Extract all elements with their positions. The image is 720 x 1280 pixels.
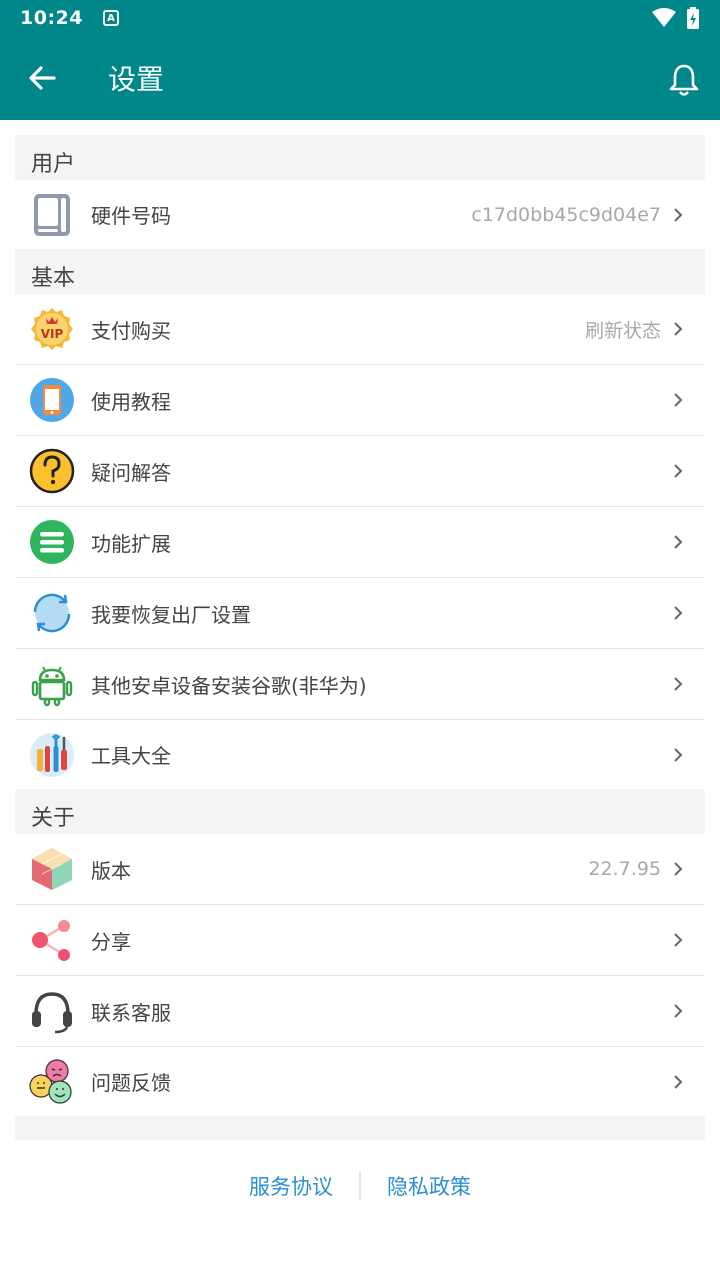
chevron-right-icon [674,535,683,549]
version-cube-icon [29,846,75,892]
wifi-icon [652,8,676,27]
section-header-user: 用户 [15,135,705,180]
chevron-right-icon [674,862,683,876]
app-toolbar: 设置 [0,36,720,120]
hardware-label: 硬件号码 [91,204,171,228]
chevron-right-icon [674,322,683,336]
row-feedback[interactable]: 问题反馈 [15,1047,705,1116]
chevron-right-icon [674,747,683,762]
chevron-right-icon [674,677,683,691]
row-pay[interactable]: VIP 支付购买 刷新状态 [15,294,705,365]
version-value: 22.7.95 [588,858,661,880]
headset-icon [29,988,75,1034]
faq-label: 疑问解答 [91,460,171,485]
chevron-right-icon [674,393,683,407]
reset-refresh-icon [29,590,75,636]
row-tools[interactable]: 工具大全 [15,720,705,789]
row-tutorial[interactable]: 使用教程 [15,365,705,436]
row-extend[interactable]: 功能扩展 [15,507,705,578]
row-faq[interactable]: 疑问解答 [15,436,705,507]
row-factory-reset[interactable]: 我要恢复出厂设置 [15,578,705,649]
service-agreement-link[interactable]: 服务协议 [223,1171,359,1201]
hardware-value: c17d0bb45c9d04e7 [471,203,661,226]
toolbox-icon [29,732,75,778]
chevron-right-icon [674,464,683,478]
tutorial-phone-icon [29,377,75,423]
phone-device-icon [29,192,75,238]
vip-badge-icon: VIP [29,306,75,352]
share-icon [29,917,75,963]
section-header-basic: 基本 [15,249,705,294]
tools-label: 工具大全 [91,744,171,768]
section-header-about: 关于 [15,789,705,834]
chevron-right-icon [674,933,683,947]
settings-list: 用户 硬件号码 c17d0bb45c9d04e7 基本 VIP 支付购买 刷新状… [15,135,705,1140]
back-arrow-icon[interactable] [24,60,60,96]
pay-label: 支付购买 [91,318,171,343]
row-share[interactable]: 分享 [15,905,705,976]
extend-label: 功能扩展 [91,531,171,556]
android-google-label: 其他安卓设备安装谷歌(非华为) [91,673,367,698]
chevron-right-icon [674,606,683,620]
tutorial-label: 使用教程 [91,389,171,414]
row-hardware-id[interactable]: 硬件号码 c17d0bb45c9d04e7 [15,180,705,249]
status-time: 10:24 [20,7,83,29]
list-menu-icon [29,519,75,565]
share-label: 分享 [91,929,131,954]
row-android-google[interactable]: 其他安卓设备安装谷歌(非华为) [15,649,705,720]
page-title: 设置 [108,63,165,96]
factory-reset-label: 我要恢复出厂设置 [91,602,251,627]
chevron-right-icon [674,1074,683,1089]
emoji-faces-icon [29,1058,75,1105]
footer-links: 服务协议 隐私政策 [0,1166,720,1206]
list-bottom-padding [15,1116,705,1140]
chevron-right-icon [674,207,683,222]
question-mark-icon [29,448,75,494]
privacy-policy-link[interactable]: 隐私政策 [361,1171,497,1201]
keyboard-a-icon: A [102,10,119,26]
status-bar: 10:24 A [0,0,720,36]
chevron-right-icon [674,1004,683,1018]
row-version[interactable]: 版本 22.7.95 [15,834,705,905]
feedback-label: 问题反馈 [91,1071,171,1095]
android-robot-icon [29,661,75,707]
pay-status-value: 刷新状态 [584,319,661,342]
row-customer-service[interactable]: 联系客服 [15,976,705,1047]
customer-service-label: 联系客服 [91,1000,171,1025]
bell-icon[interactable] [664,60,704,100]
version-label: 版本 [91,858,131,883]
battery-icon [687,7,699,29]
svg-text:VIP: VIP [41,327,64,341]
